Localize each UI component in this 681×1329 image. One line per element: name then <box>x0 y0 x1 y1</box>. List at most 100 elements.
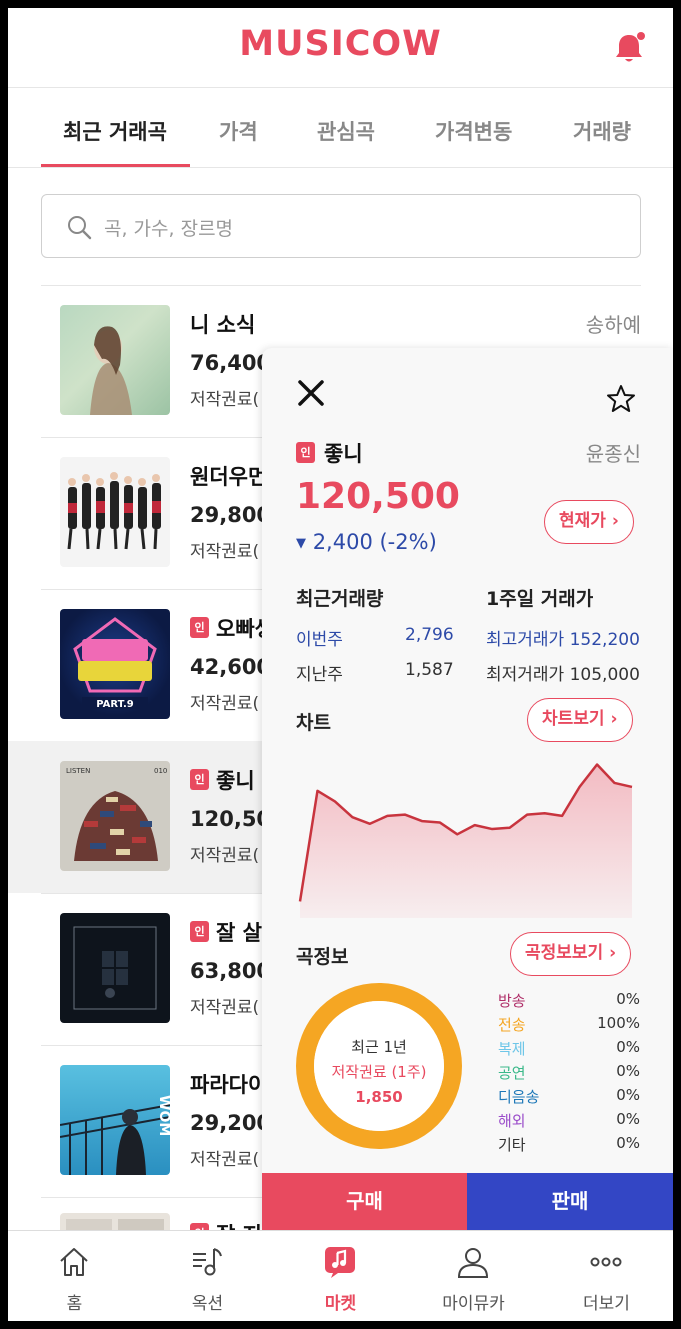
album-cover: LISTEN 010 <box>60 761 170 871</box>
view-song-info-label: 곡정보보기 <box>525 943 604 963</box>
legend-value: 0% <box>616 1062 640 1080</box>
this-week-value: 2,796 <box>405 625 454 645</box>
nav-more[interactable]: 더보기 <box>540 1231 673 1321</box>
song-price: 63,800 <box>190 959 272 983</box>
song-info-title: 곡정보 <box>296 946 349 968</box>
auction-icon <box>193 1248 222 1276</box>
search-icon <box>68 216 92 240</box>
song-price: 29,800 <box>190 503 272 527</box>
high-price-value: 152,200 <box>569 630 640 650</box>
high-price-label: 최고거래가 <box>486 630 565 650</box>
market-icon <box>325 1247 355 1278</box>
last-week-label: 지난주 <box>296 665 343 685</box>
legend-name: 공연 <box>498 1064 526 1082</box>
nav-market[interactable]: 마켓 <box>274 1231 407 1321</box>
active-tab-indicator <box>41 164 190 167</box>
bottom-navigation: 홈 옥션 마켓 마이뮤카 더보기 <box>8 1230 673 1321</box>
svg-text:PART.9: PART.9 <box>96 699 134 710</box>
album-cover: WOM <box>60 1065 170 1175</box>
legend-value: 0% <box>616 1134 640 1152</box>
high-price-row: 최고거래가 152,200 <box>486 625 640 650</box>
close-icon[interactable] <box>296 378 326 408</box>
tab-price-change[interactable]: 가격변동 <box>435 116 512 146</box>
price-change: ▼ 2,400 (-2%) <box>296 530 437 554</box>
legend-name: 디음송 <box>498 1088 540 1106</box>
song-royalty-tag: 저작권료( <box>190 390 260 410</box>
last-week-value: 1,587 <box>405 660 454 680</box>
legend-name: 해외 <box>498 1112 526 1130</box>
tab-price[interactable]: 가격 <box>219 116 258 146</box>
current-price-button[interactable]: 현재가 › <box>544 500 634 544</box>
legend-value: 0% <box>616 1110 640 1128</box>
tab-volume[interactable]: 거래량 <box>573 116 631 146</box>
chevron-right-icon: › <box>611 511 619 531</box>
legend-value: 0% <box>616 990 640 1008</box>
notification-bell-icon[interactable] <box>611 30 647 66</box>
nav-my-musicow[interactable]: 마이뮤카 <box>407 1231 540 1321</box>
low-price-label: 최저거래가 <box>486 665 565 685</box>
nav-home-label: 홈 <box>66 1294 83 1314</box>
sell-button[interactable]: 판매 <box>467 1173 673 1230</box>
app-frame: MUSICOW 최근 거래곡 가격 관심곡 가격변동 거래량 곡, 가수, 장르… <box>8 8 673 1321</box>
song-royalty-tag: 저작권료( <box>190 542 260 562</box>
chevron-right-icon: › <box>609 943 617 963</box>
search-input[interactable]: 곡, 가수, 장르명 <box>41 194 641 258</box>
legend-item-reproduction: 복제 0% <box>498 1038 640 1062</box>
legend-item-other: 기타 0% <box>498 1134 640 1158</box>
song-artist: 송하예 <box>585 313 641 337</box>
song-title: 파라다이 <box>190 1073 268 1097</box>
more-icon <box>590 1257 622 1267</box>
album-cover: PART.9 <box>60 609 170 719</box>
musicow-logo[interactable]: MUSICOW <box>8 24 673 64</box>
nav-my-musicow-label: 마이뮤카 <box>442 1294 505 1314</box>
nav-market-label: 마켓 <box>324 1294 357 1314</box>
in-badge: 인 <box>190 921 209 942</box>
song-price: 42,600 <box>190 655 272 679</box>
panel-song-title: 좋니 <box>324 442 363 466</box>
svg-text:LISTEN: LISTEN <box>66 767 90 775</box>
legend-name: 전송 <box>498 1016 526 1034</box>
album-cover <box>60 457 170 567</box>
song-royalty-tag: 저작권료( <box>190 1150 260 1170</box>
nav-auction-label: 옥션 <box>191 1294 224 1314</box>
current-price-label: 현재가 <box>559 511 606 531</box>
week-price-title: 1주일 거래가 <box>486 588 594 610</box>
price-area-chart <box>298 763 633 918</box>
tab-recent-trades[interactable]: 최근 거래곡 <box>63 116 167 146</box>
buy-button[interactable]: 구매 <box>262 1173 467 1230</box>
in-badge: 인 <box>296 442 315 463</box>
legend-item-overseas: 해외 0% <box>498 1110 640 1134</box>
legend-item-broadcast: 방송 0% <box>498 990 640 1014</box>
donut-period: 최근 1년 <box>351 1038 407 1056</box>
song-title: 좋니 <box>216 769 255 793</box>
song-detail-panel: 인 좋니 윤종신 120,500 ▼ 2,400 (-2%) 현재가 › 최근거… <box>262 348 673 1230</box>
in-badge: 인 <box>190 617 209 638</box>
song-title: 원더우먼 <box>190 465 268 489</box>
song-royalty-tag: 저작권료( <box>190 846 260 866</box>
legend-item-transmission: 전송 100% <box>498 1014 640 1038</box>
svg-text:WOM: WOM <box>156 1095 170 1136</box>
tab-favorites[interactable]: 관심곡 <box>317 116 375 146</box>
legend-item-digital: 디음송 0% <box>498 1086 640 1110</box>
song-royalty-tag: 저작권료( <box>190 694 260 714</box>
view-song-info-button[interactable]: 곡정보보기 › <box>510 932 632 976</box>
nav-home[interactable]: 홈 <box>8 1231 141 1321</box>
recent-volume-title: 최근거래량 <box>296 588 384 610</box>
nav-auction[interactable]: 옥션 <box>141 1231 274 1321</box>
search-placeholder: 곡, 가수, 장르명 <box>104 218 234 240</box>
legend-name: 방송 <box>498 992 526 1010</box>
chart-title: 차트 <box>296 712 331 734</box>
favorite-star-icon[interactable] <box>606 384 636 414</box>
view-chart-button[interactable]: 차트보기 › <box>527 698 633 742</box>
legend-value: 100% <box>597 1014 640 1032</box>
song-title: 니 소식 <box>190 313 256 337</box>
legend-name: 기타 <box>498 1136 526 1154</box>
market-tabs: 최근 거래곡 가격 관심곡 가격변동 거래량 <box>8 88 673 168</box>
song-royalty-tag: 저작권료( <box>190 998 260 1018</box>
profile-icon <box>457 1248 489 1278</box>
panel-artist: 윤종신 <box>585 442 641 466</box>
legend-value: 0% <box>616 1086 640 1104</box>
donut-label: 저작권료 (1주) <box>331 1063 427 1081</box>
app-header: MUSICOW <box>8 8 673 88</box>
panel-price: 120,500 <box>296 476 460 517</box>
